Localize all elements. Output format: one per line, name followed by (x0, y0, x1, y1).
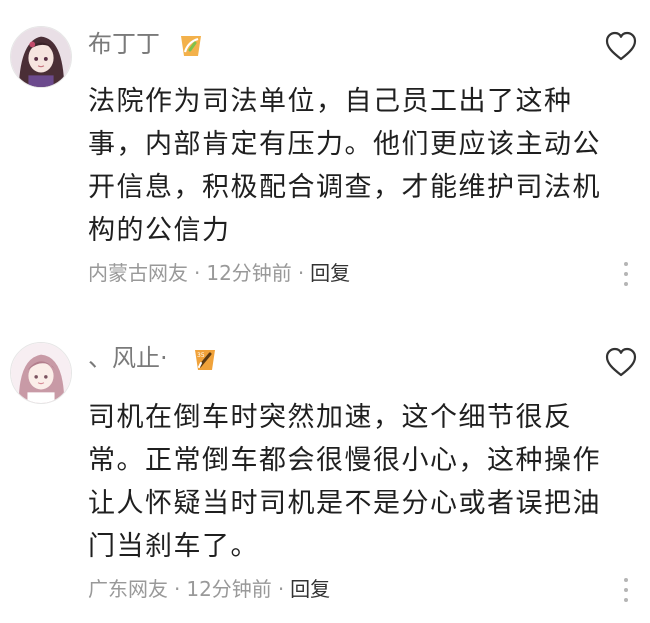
more-options-icon[interactable] (622, 578, 630, 606)
comment-item: 布丁丁 法院作为司法单位，自己员工出了这种 事，内部肯定有压力。他们更应该主动公… (0, 0, 650, 312)
heart-icon[interactable] (604, 346, 638, 378)
timestamp: 12分钟前 (206, 261, 292, 285)
avatar[interactable] (10, 26, 72, 88)
comment-item: 、风止· 35 司机在倒车时突然加速，这个细节很反 常。正常倒车都会很慢很小心，… (0, 312, 650, 623)
heart-icon[interactable] (604, 30, 638, 62)
vip-pencil-badge-icon: 35 (190, 344, 220, 374)
avatar-anime-girl-icon (11, 343, 71, 403)
comment-text-line: 构的公信力 (88, 215, 231, 246)
location-label: 内蒙古网友 (88, 261, 188, 285)
comment-text-line: 事，内部肯定有压力。他们更应该主动公 (88, 129, 601, 160)
username[interactable]: 、风止· (88, 342, 168, 374)
reply-button[interactable]: 回复 (290, 577, 330, 601)
comment-text: 法院作为司法单位，自己员工出了这种 事，内部肯定有压力。他们更应该主动公 开信息… (88, 80, 628, 252)
comment-text-line: 司机在倒车时突然加速，这个细节很反 (88, 402, 573, 433)
username[interactable]: 布丁丁 (88, 28, 160, 60)
separator-dot: · (277, 577, 285, 601)
timestamp: 12分钟前 (186, 577, 272, 601)
comment-text-line: 让人怀疑当时司机是不是分心或者误把油 (88, 488, 601, 519)
reply-button[interactable]: 回复 (310, 261, 350, 285)
separator-dot: · (297, 261, 305, 285)
comment-text-line: 法院作为司法单位，自己员工出了这种 (88, 86, 573, 117)
separator-dot: · (194, 261, 201, 285)
svg-text:35: 35 (197, 352, 205, 359)
comment-text-line: 常。正常倒车都会很慢很小心，这种操作 (88, 445, 601, 476)
avatar-anime-girl-icon (11, 27, 71, 87)
comment-text-line: 开信息，积极配合调查，才能维护司法机 (88, 172, 601, 203)
comment-meta: 广东网友 · 12分钟前 · 回复 (88, 574, 330, 604)
comment-meta: 内蒙古网友 · 12分钟前 · 回复 (88, 258, 350, 288)
separator-dot: · (174, 577, 181, 601)
location-label: 广东网友 (88, 577, 168, 601)
comment-text: 司机在倒车时突然加速，这个细节很反 常。正常倒车都会很慢很小心，这种操作 让人怀… (88, 396, 628, 568)
comment-text-line: 门当刹车了。 (88, 531, 259, 562)
vip-leaf-badge-icon (176, 30, 206, 60)
avatar[interactable] (10, 342, 72, 404)
more-options-icon[interactable] (622, 262, 630, 290)
